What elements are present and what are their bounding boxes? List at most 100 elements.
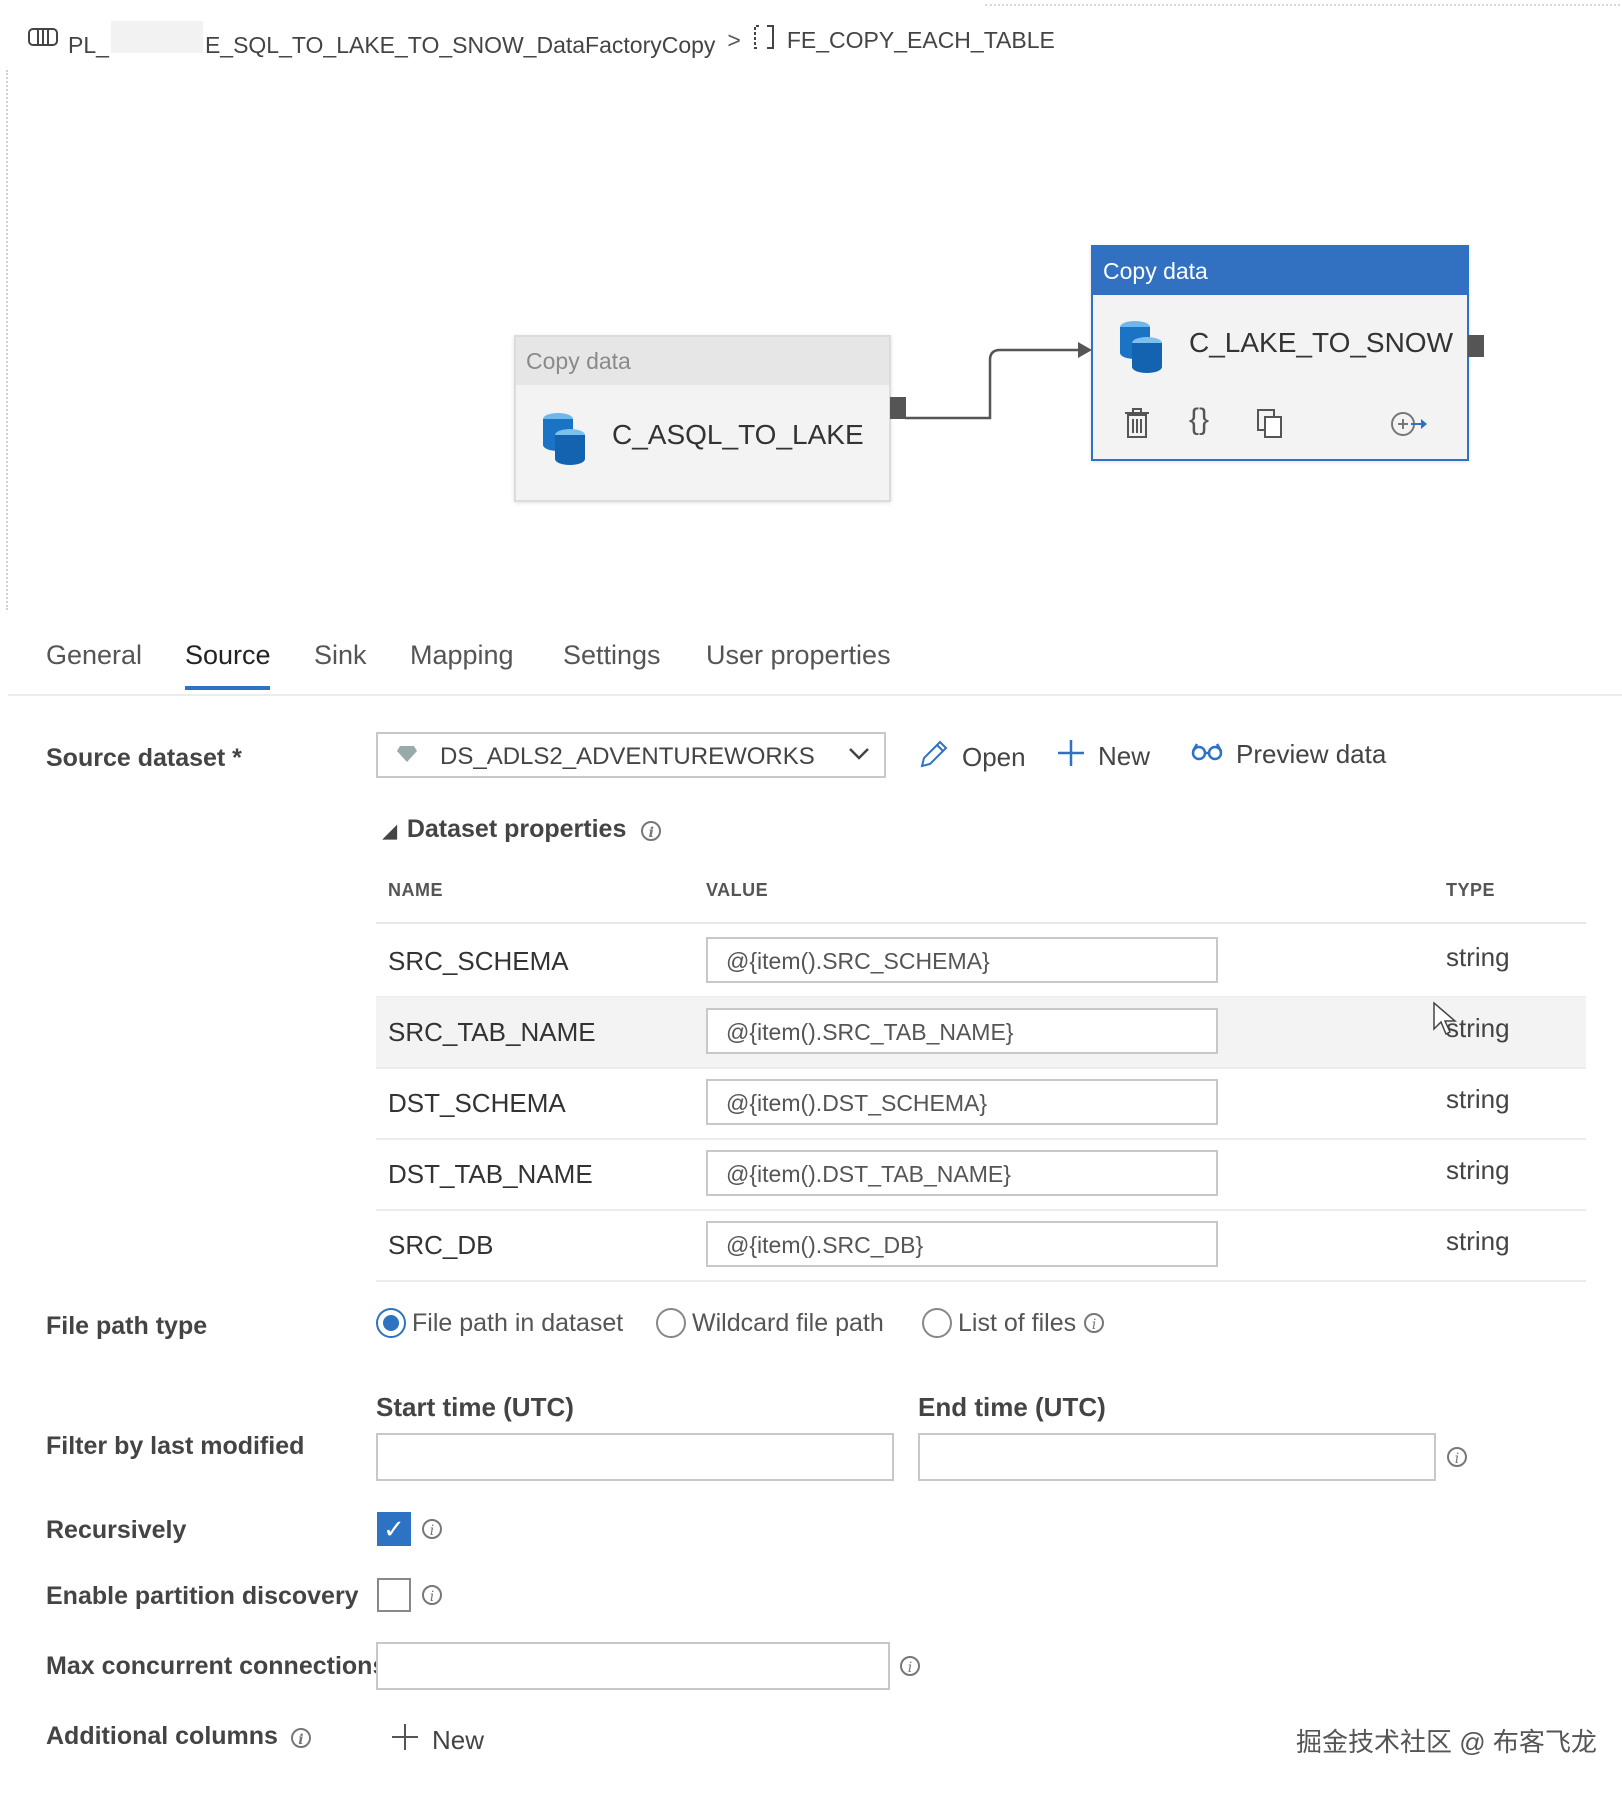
- dataset-properties-header[interactable]: ◢ Dataset properties i: [383, 815, 662, 844]
- tab-general[interactable]: General: [46, 640, 142, 671]
- dataset-properties-title: Dataset properties: [406, 815, 627, 843]
- tab-mapping[interactable]: Mapping: [410, 640, 514, 671]
- radio-circle: [656, 1308, 686, 1338]
- property-value-input[interactable]: @{item().DST_TAB_NAME}: [706, 1150, 1218, 1196]
- column-header-type: TYPE: [1446, 880, 1496, 900]
- tab-sink[interactable]: Sink: [314, 640, 367, 671]
- info-icon[interactable]: i: [1447, 1447, 1467, 1467]
- activity-copy-lake-to-snow[interactable]: Copy data C_LAKE_TO_SNOW {}: [1091, 245, 1484, 461]
- activity-toolbar: {}: [1093, 403, 1467, 447]
- max-connections-input[interactable]: [376, 1642, 890, 1690]
- tab-settings[interactable]: Settings: [563, 640, 661, 671]
- breadcrumb: PL_ E_SQL_TO_LAKE_TO_SNOW_DataFactoryCopy…: [28, 20, 1055, 60]
- delete-icon[interactable]: [1123, 407, 1151, 447]
- mouse-cursor-icon: [1432, 1001, 1458, 1042]
- info-icon[interactable]: i: [290, 1728, 311, 1748]
- collapse-triangle-icon: ◢: [383, 821, 397, 841]
- foreach-icon: [753, 24, 775, 56]
- property-name: DST_SCHEMA: [388, 1088, 566, 1118]
- open-label: Open: [962, 742, 1026, 772]
- source-dataset-select[interactable]: DS_ADLS2_ADVENTUREWORKS: [376, 732, 886, 778]
- pipeline-name-suffix: E_SQL_TO_LAKE_TO_SNOW_DataFactoryCopy: [204, 32, 716, 58]
- add-column-button[interactable]: New: [390, 1722, 484, 1759]
- source-dataset-label: Source dataset *: [46, 744, 242, 772]
- max-connections-label: Max concurrent connections: [46, 1652, 387, 1680]
- property-value-input[interactable]: @{item().DST_SCHEMA}: [706, 1079, 1218, 1125]
- activity-name: C_ASQL_TO_LAKE: [612, 419, 864, 450]
- canvas-left-border: [6, 70, 8, 610]
- radio-circle-selected: [376, 1308, 406, 1338]
- redacted-block: [110, 21, 203, 53]
- activity-type-label: Copy data: [516, 337, 889, 385]
- activity-output-port[interactable]: [1468, 335, 1484, 357]
- table-row: DST_TAB_NAME @{item().DST_TAB_NAME} stri…: [376, 1139, 1586, 1211]
- breadcrumb-pipeline[interactable]: PL_ E_SQL_TO_LAKE_TO_SNOW_DataFactoryCopy: [68, 21, 715, 59]
- info-icon[interactable]: i: [422, 1585, 442, 1605]
- property-type: string: [1446, 1226, 1510, 1256]
- property-value-input[interactable]: @{item().SRC_SCHEMA}: [706, 937, 1218, 983]
- recursively-label: Recursively: [46, 1516, 187, 1544]
- radio-circle: [922, 1308, 952, 1338]
- file-path-type-label: File path type: [46, 1312, 208, 1340]
- activity-connector: [905, 342, 1092, 420]
- add-column-label: New: [432, 1725, 485, 1755]
- database-icon: [1117, 319, 1165, 373]
- canvas-top-border: [985, 4, 1620, 6]
- property-name: SRC_TAB_NAME: [388, 1017, 596, 1047]
- property-value-input[interactable]: @{item().SRC_DB}: [706, 1221, 1218, 1267]
- start-time-input[interactable]: [376, 1433, 894, 1481]
- property-name: SRC_SCHEMA: [388, 946, 569, 976]
- property-value-input[interactable]: @{item().SRC_TAB_NAME}: [706, 1008, 1218, 1054]
- source-dataset-value: DS_ADLS2_ADVENTUREWORKS: [440, 743, 815, 770]
- property-type: string: [1446, 942, 1510, 972]
- code-icon[interactable]: {}: [1189, 403, 1209, 437]
- radio-label: File path in dataset: [412, 1308, 624, 1337]
- partition-discovery-checkbox[interactable]: [377, 1578, 411, 1612]
- radio-list-of-files[interactable]: List of files i: [922, 1308, 1105, 1338]
- start-time-label: Start time (UTC): [376, 1392, 574, 1422]
- column-header-name: NAME: [388, 880, 443, 900]
- activity-copy-asql-to-lake[interactable]: Copy data C_ASQL_TO_LAKE: [514, 335, 906, 502]
- copy-icon[interactable]: [1255, 407, 1285, 447]
- preview-data-button[interactable]: Preview data: [1190, 738, 1386, 770]
- open-dataset-button[interactable]: Open: [918, 738, 1026, 777]
- property-type: string: [1446, 1084, 1510, 1114]
- active-tab-indicator: [185, 686, 270, 690]
- column-header-value: VALUE: [706, 880, 769, 900]
- new-dataset-button[interactable]: New: [1056, 738, 1150, 775]
- end-time-label: End time (UTC): [918, 1392, 1106, 1422]
- activity-name: C_LAKE_TO_SNOW: [1189, 327, 1454, 358]
- end-time-input[interactable]: [918, 1433, 1436, 1481]
- property-type: string: [1446, 1155, 1510, 1185]
- breadcrumb-separator: >: [727, 26, 741, 53]
- breadcrumb-foreach[interactable]: FE_COPY_EACH_TABLE: [787, 27, 1055, 54]
- info-icon[interactable]: i: [1084, 1313, 1105, 1333]
- tabs-divider: [8, 694, 1622, 696]
- database-icon: [540, 411, 588, 465]
- partition-discovery-label: Enable partition discovery: [46, 1582, 359, 1610]
- activity-output-port[interactable]: [890, 397, 906, 419]
- watermark: 掘金技术社区 @ 布客飞龙: [1296, 1727, 1597, 1757]
- add-output-icon[interactable]: [1389, 409, 1429, 447]
- tab-user-properties[interactable]: User properties: [706, 640, 891, 671]
- table-top-border: [376, 922, 1586, 924]
- plus-icon: [1056, 738, 1086, 775]
- info-icon[interactable]: i: [900, 1656, 920, 1676]
- filter-last-modified-label: Filter by last modified: [46, 1432, 305, 1460]
- recursively-checkbox[interactable]: ✓: [377, 1512, 411, 1546]
- radio-label: Wildcard file path: [692, 1308, 884, 1337]
- preview-label: Preview data: [1236, 738, 1387, 769]
- diamond-icon: [396, 744, 418, 770]
- radio-wildcard-file-path[interactable]: Wildcard file path: [656, 1308, 884, 1338]
- info-icon[interactable]: i: [422, 1519, 442, 1539]
- radio-file-path-in-dataset[interactable]: File path in dataset: [376, 1308, 623, 1338]
- property-name: DST_TAB_NAME: [388, 1159, 593, 1189]
- table-row: SRC_SCHEMA @{item().SRC_SCHEMA} string: [376, 926, 1586, 998]
- info-icon[interactable]: i: [641, 821, 662, 841]
- radio-label: List of files: [958, 1308, 1077, 1337]
- glasses-icon: [1190, 738, 1224, 770]
- tab-source[interactable]: Source: [185, 640, 271, 671]
- chevron-down-icon: [846, 740, 872, 773]
- pencil-icon: [918, 738, 950, 777]
- property-name: SRC_DB: [388, 1230, 494, 1260]
